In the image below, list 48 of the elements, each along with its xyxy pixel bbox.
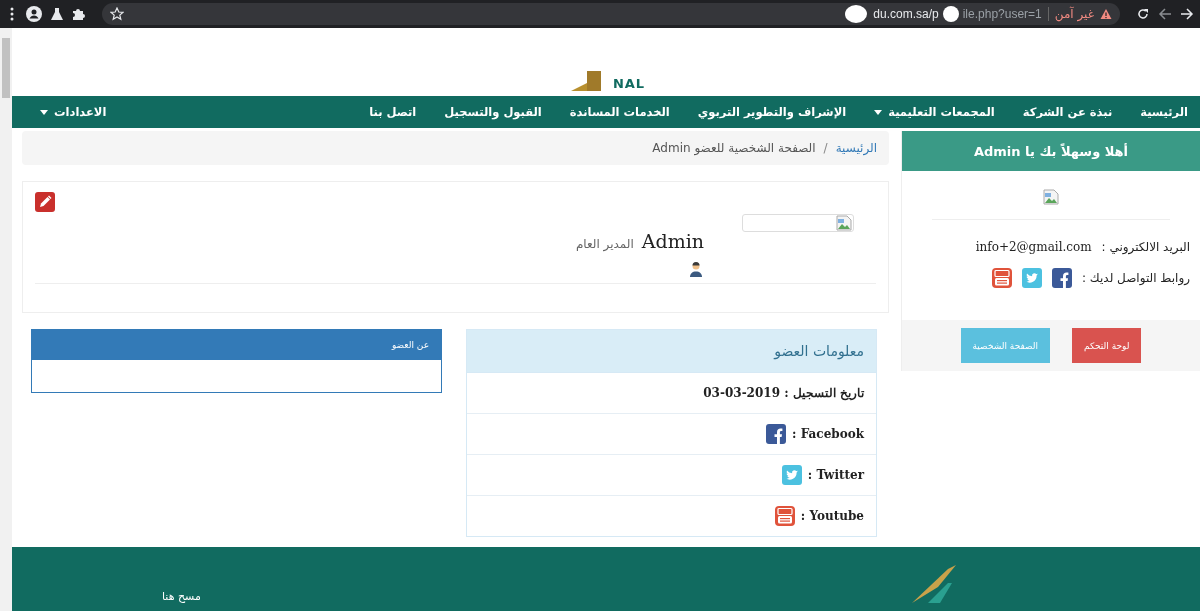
nav-link[interactable]: الإشراف والتطوير التربوي: [683, 96, 861, 128]
back-icon[interactable]: [1158, 7, 1172, 21]
warning-icon[interactable]: [1100, 8, 1112, 20]
dashboard-button[interactable]: لوحة التحكم: [1072, 328, 1142, 363]
profile-icon[interactable]: [26, 6, 42, 22]
facebook-icon[interactable]: [766, 424, 787, 444]
profile-role: المدير العام: [575, 237, 634, 251]
scrollbar[interactable]: [0, 28, 12, 611]
flask-icon[interactable]: [50, 7, 64, 21]
breadcrumb-separator: /: [823, 141, 828, 155]
breadcrumb-link[interactable]: الرئيسية: [835, 141, 877, 155]
url-text[interactable]: ile.php?user=1: [962, 7, 1042, 21]
nav-link[interactable]: المجمعات التعليمية: [860, 96, 1009, 128]
info-text: Youtube :: [800, 509, 864, 523]
welcome-title: أهلا وسهلاً بك يا Admin: [902, 131, 1200, 171]
panel-title: عن العضو: [32, 330, 441, 360]
redaction-blob: [845, 5, 868, 23]
star-icon[interactable]: [110, 7, 124, 21]
breadcrumb-current: الصفحة الشخصية للعضو Admin: [652, 141, 816, 155]
nav-link[interactable]: الاعدادات: [26, 96, 121, 128]
broken-image-icon: [1043, 189, 1059, 205]
footer-text: مسح هنا: [161, 590, 201, 603]
social-label: روابط التواصل لديك :: [1082, 271, 1190, 285]
nav-link[interactable]: نبذة عن الشركة: [1008, 96, 1127, 128]
panel-title: معلومات العضو: [467, 330, 876, 373]
info-text: Facebook :: [792, 427, 864, 441]
logo-text: NAL: [612, 76, 646, 91]
facebook-icon[interactable]: [1052, 268, 1072, 288]
puzzle-icon[interactable]: [72, 7, 86, 21]
nav-link[interactable]: الخدمات المساندة: [555, 96, 684, 128]
user-icon: [688, 261, 704, 277]
nav-link[interactable]: القبول والتسجيل: [430, 96, 556, 128]
edit-icon[interactable]: [35, 192, 55, 212]
reload-icon[interactable]: [1136, 7, 1150, 21]
nav-link[interactable]: اتصل بنا: [355, 96, 431, 128]
broken-image-icon: [836, 215, 852, 231]
security-label[interactable]: غير آمن: [1047, 7, 1094, 21]
info-text: Twitter :: [807, 468, 864, 482]
email-label: البريد الالكتروني :: [1101, 240, 1190, 254]
profile-name: Admin: [641, 230, 704, 252]
youtube-icon[interactable]: [774, 506, 795, 526]
email-text: info+2@gmail.com: [975, 240, 1092, 254]
redaction-blob: [942, 6, 959, 22]
youtube-icon[interactable]: [992, 268, 1012, 288]
scroll-thumb[interactable]: [2, 38, 10, 98]
nav-link[interactable]: الرئيسية: [1126, 96, 1190, 128]
url-text[interactable]: du.com.sa/p: [873, 7, 939, 21]
forward-icon[interactable]: [1180, 7, 1194, 21]
